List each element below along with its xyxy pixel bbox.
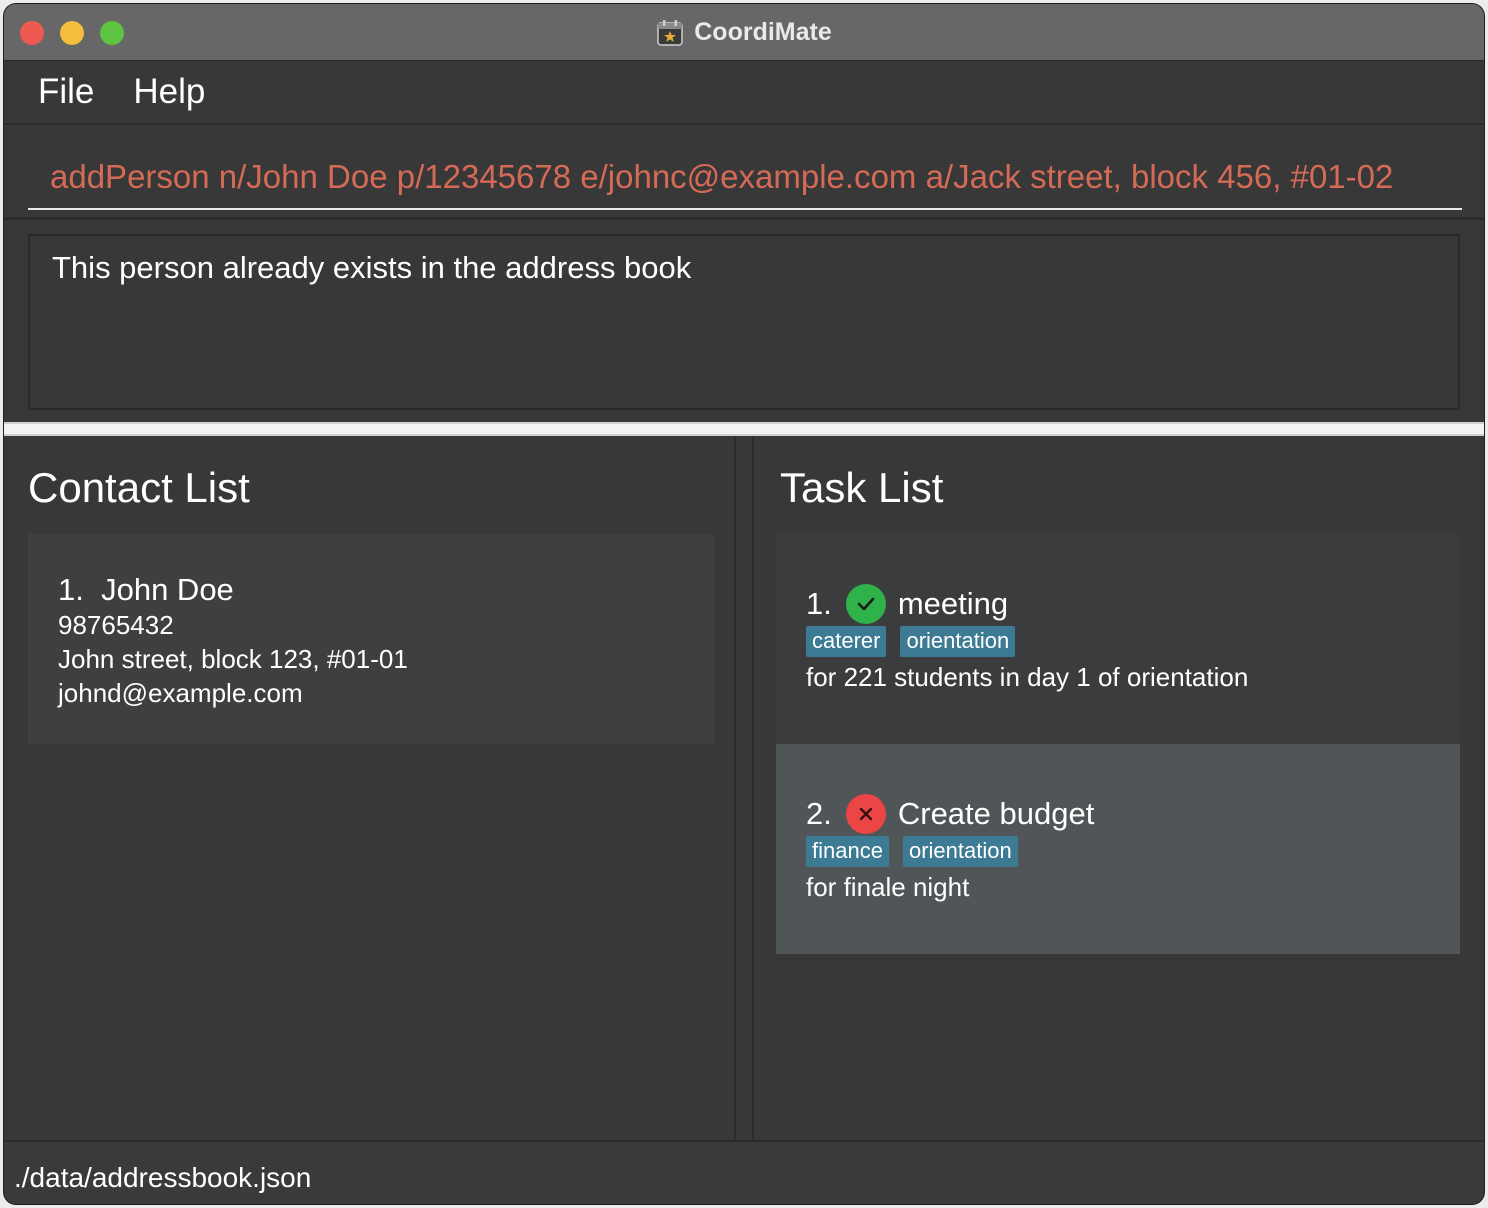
- task-title: meeting: [897, 586, 1009, 621]
- calendar-icon: [656, 19, 684, 47]
- split-pane-divider[interactable]: [4, 422, 1484, 436]
- menu-help[interactable]: Help: [133, 72, 205, 112]
- app-window: CoordiMate File Help This person already…: [4, 4, 1484, 1204]
- task-header: 2. Create budget: [806, 794, 1094, 834]
- task-header: 1. meeting: [806, 584, 1008, 624]
- status-bar: ./data/addressbook.json: [4, 1140, 1484, 1204]
- check-circle-icon: [845, 584, 886, 624]
- task-tag: orientation: [902, 836, 1018, 867]
- contact-phone: 98765432: [58, 610, 174, 640]
- list-pane-divider[interactable]: [734, 436, 754, 1140]
- task-list-panel: Task List 1. meeting caterer orientation…: [754, 436, 1484, 1140]
- menu-file[interactable]: File: [38, 72, 94, 112]
- task-description: for 221 students in day 1 of orientation: [806, 662, 1249, 692]
- task-card[interactable]: 1. meeting caterer orientation for 221 s…: [776, 534, 1460, 744]
- task-description: for finale night: [806, 872, 970, 902]
- task-tag: finance: [806, 836, 889, 867]
- window-title-group: CoordiMate: [4, 4, 1484, 61]
- contact-list-panel: Contact List 1. John Doe 98765432 John s…: [4, 436, 734, 1140]
- task-tag: orientation: [900, 626, 1016, 657]
- task-tags: caterer orientation: [806, 626, 1016, 657]
- task-tag: caterer: [806, 626, 887, 657]
- contact-email: johnd@example.com: [58, 678, 303, 708]
- command-box-area: [4, 126, 1484, 220]
- task-index: 1.: [806, 586, 832, 621]
- task-card-selected[interactable]: 2. Create budget finance orientation for…: [776, 744, 1460, 954]
- task-tags: finance orientation: [806, 836, 1018, 867]
- contact-address: John street, block 123, #01-01: [58, 644, 408, 674]
- result-message: This person already exists in the addres…: [52, 250, 692, 285]
- command-input[interactable]: [28, 146, 1462, 210]
- contact-card[interactable]: 1. John Doe 98765432 John street, block …: [28, 534, 714, 744]
- x-circle-icon: [845, 794, 886, 834]
- contact-name: John Doe: [101, 572, 234, 607]
- task-title: Create budget: [897, 796, 1095, 831]
- result-display: This person already exists in the addres…: [28, 234, 1460, 410]
- contact-list-title: Contact List: [28, 464, 250, 511]
- save-location-path: ./data/addressbook.json: [14, 1162, 312, 1193]
- title-bar: CoordiMate: [4, 4, 1484, 61]
- menu-bar: File Help: [4, 61, 1484, 125]
- task-index: 2.: [806, 796, 832, 831]
- contact-name-line: 1. John Doe: [58, 572, 234, 608]
- task-list-title: Task List: [780, 464, 944, 511]
- contact-index: 1.: [58, 572, 84, 607]
- window-title: CoordiMate: [694, 18, 832, 46]
